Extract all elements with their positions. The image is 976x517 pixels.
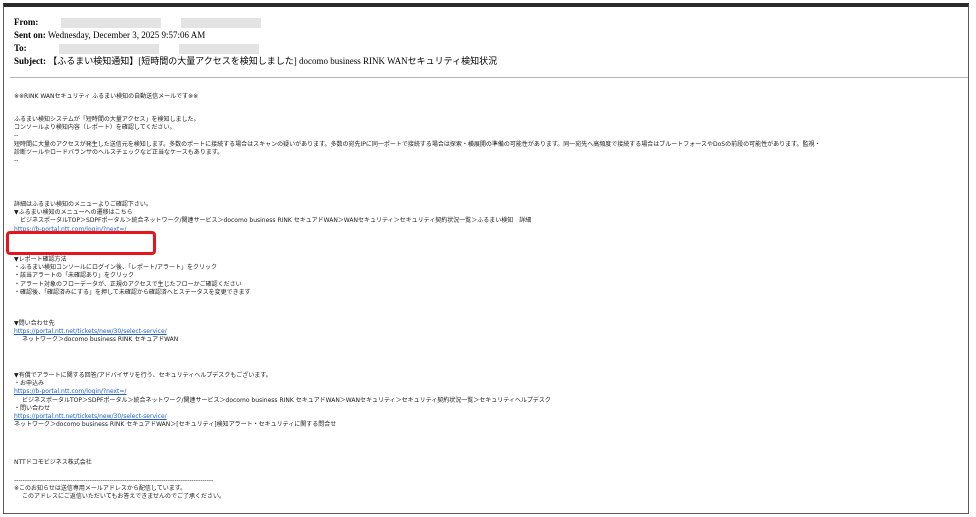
menu-path: ビジネスポータルTOP＞SDPFポータル＞統合ネットワーク/関連サービス＞doc…: [20, 217, 532, 225]
inquiry-link[interactable]: https://portal.ntt.net/tickets/new/30/se…: [14, 413, 167, 420]
subject-label: Subject:: [14, 56, 46, 66]
description-line-1: 短時間に大量のアクセスが発生した送信元を検知します。多数のポートに接続する場合は…: [14, 140, 821, 148]
report-step: ・ふるまい検知コンソールにログイン後、「レポート/アラート」をクリック: [14, 264, 218, 272]
highlight-box: [6, 231, 156, 255]
from-redacted: [60, 17, 161, 28]
header-to: To:: [14, 42, 260, 54]
summary-line-2: コンソールより検知内容（レポート）を確認してください。: [14, 124, 176, 132]
dash-line-2: --: [14, 156, 19, 164]
header-subject: Subject: 【ふるまい検知通知】[短時間の大量アクセスを検知しました] d…: [14, 55, 497, 67]
subject-value: 【ふるまい検知通知】[短時間の大量アクセスを検知しました] docomo bus…: [48, 56, 498, 66]
report-step: ・アラート対象のフローデータが、正規のアクセスで生じたフローかご確認ください: [14, 280, 242, 288]
summary-line-1: ふるまい検知システムが「短時間の大量アクセス」を検知しました。: [14, 116, 200, 123]
to-label: To:: [14, 43, 27, 53]
report-step: ・確認後、「確認済みにする」を押して未確認から確認済へとステータスを変更できます: [14, 288, 251, 296]
footer-rule: ----------------------------------------…: [14, 477, 214, 484]
signature-block: NTTドコモビジネス株式会社: [14, 459, 964, 467]
apply-label: ・お申込み: [14, 380, 45, 388]
report-block: ▼レポート確認方法 ・ふるまい検知コンソールにログイン後、「レポート/アラート」…: [14, 256, 964, 297]
intro-block: ※※RINK WANセキュリティ ふるまい検知の自動送信メールです※※: [14, 93, 964, 101]
helpdesk-title: ▼有償でアラートに関する回答/アドバイザリを行う、セキュリティヘルプデスクもござ…: [14, 372, 272, 379]
footer-line-2: このアドレスにご返信いただいてもお答えできませんのでご了承ください。: [22, 493, 226, 501]
dash-line-1: --: [14, 132, 19, 140]
inquiry-path: ネットワーク＞docomo business RINK セキュアドWAN＞[セキ…: [14, 421, 337, 429]
intro-line: ※※RINK WANセキュリティ ふるまい検知の自動送信メールです※※: [14, 93, 199, 100]
report-step: ・該当アラートの「未確認あり」をクリック: [14, 272, 135, 280]
detail-line: 詳細はふるまい検知のメニューよりご確認下さい。: [14, 201, 152, 208]
to-redacted-2: [179, 43, 260, 54]
apply-path: ビジネスポータルTOP＞SDPFポータル＞統合ネットワーク/関連サービス＞doc…: [22, 396, 551, 404]
header-sent: Sent on: Wednesday, December 3, 2025 9:5…: [14, 29, 205, 41]
contact-block: ▼問い合わせ先 https://portal.ntt.net/tickets/n…: [14, 320, 964, 345]
summary-block: ふるまい検知システムが「短時間の大量アクセス」を検知しました。 コンソールより検…: [14, 116, 964, 165]
company-name: NTTドコモビジネス株式会社: [14, 459, 92, 466]
header-from: From:: [14, 16, 261, 28]
email-window: From: Sent on: Wednesday, December 3, 20…: [3, 3, 969, 514]
report-title: ▼レポート確認方法: [14, 256, 67, 263]
from-label: From:: [14, 17, 39, 27]
contact-title: ▼問い合わせ先: [14, 320, 55, 327]
from-redacted-2: [180, 17, 261, 28]
apply-link[interactable]: https://b-portal.ntt.com/login/?next=/: [14, 388, 126, 395]
menu-block: 詳細はふるまい検知のメニューよりご確認下さい。 ▼ふるまい検知のメニューへの遷移…: [14, 201, 964, 234]
inquiry-label: ・問い合わせ: [14, 404, 51, 412]
header-divider: [10, 77, 968, 78]
sent-value: Wednesday, December 3, 2025 9:57:06 AM: [47, 30, 206, 40]
contact-path: ネットワーク＞docomo business RINK セキュアドWAN: [22, 336, 179, 344]
sent-label: Sent on:: [14, 30, 46, 40]
helpdesk-block: ▼有償でアラートに関する回答/アドバイザリを行う、セキュリティヘルプデスクもござ…: [14, 372, 964, 429]
to-redacted: [58, 43, 159, 54]
footer-block: ----------------------------------------…: [14, 477, 964, 502]
contact-link[interactable]: https://portal.ntt.net/tickets/new/30/se…: [14, 328, 167, 335]
description-line-2: 診断ツールやロードバランサのヘルスチェックなど正当なケースもあります。: [14, 148, 224, 156]
